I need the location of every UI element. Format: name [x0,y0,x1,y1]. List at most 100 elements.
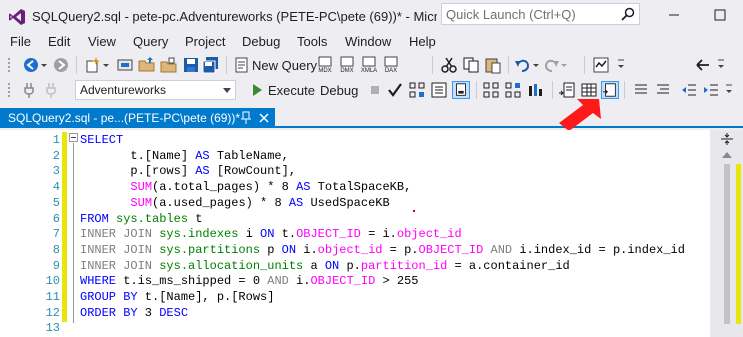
redo-icon[interactable] [542,56,560,74]
back-arrow-icon[interactable] [694,56,712,74]
code-token: = i. [360,227,397,242]
menu-tools[interactable]: Tools [297,34,327,49]
toolbar-separator [624,81,625,99]
dmx-query-icon[interactable]: DMX [338,56,356,74]
vertical-scrollbar[interactable] [710,130,743,337]
menu-edit[interactable]: Edit [48,34,70,49]
parse-checkmark-icon[interactable] [386,81,404,99]
forward-icon[interactable] [52,56,70,74]
back-icon[interactable] [22,56,40,74]
increase-indent-icon[interactable] [702,81,720,99]
code-token: i. [288,274,311,289]
quick-launch-input[interactable]: Quick Launch (Ctrl+Q) [441,3,640,25]
code-token: OBJECT_ID [296,227,361,242]
save-all-icon[interactable] [202,56,220,74]
menu-debug[interactable]: Debug [242,34,280,49]
code-token: ON [260,227,275,242]
open-folder-icon[interactable] [138,56,156,74]
scroll-up-icon[interactable] [722,152,732,158]
code-token: AS [288,195,304,210]
code-token: DESC [159,305,189,320]
open-file-icon[interactable] [160,56,178,74]
code-token: t.[Name] [80,148,196,163]
toolbar-options-icon[interactable] [616,56,626,74]
client-statistics-icon[interactable] [526,81,544,99]
code-token: p [260,242,282,257]
paste-icon[interactable] [484,56,502,74]
cut-icon[interactable] [440,56,458,74]
execute-icon[interactable] [248,81,266,99]
cancel-query-icon[interactable] [366,81,384,99]
undo-dropdown-icon[interactable] [532,56,540,74]
new-query-button[interactable]: New Query [252,58,317,73]
toolbar-grip[interactable] [7,82,11,98]
standard-toolbar: New Query MDX DMX XMLA DAX [0,53,743,77]
close-icon[interactable] [258,112,270,124]
menu-window[interactable]: Window [345,34,391,49]
toolbar-separator [584,56,585,74]
scroll-thumb[interactable] [724,164,730,324]
execute-button[interactable]: Execute [268,83,315,98]
tab-label: SQLQuery2.sql - pe...(PETE-PC\pete (69))… [8,111,241,125]
query-options-icon[interactable] [430,81,448,99]
add-item-icon[interactable] [116,56,134,74]
code-token: sys.indexes [159,227,239,242]
redo-dropdown-icon[interactable] [560,56,568,74]
menu-bar: File Edit View Query Project Debug Tools… [0,32,743,52]
available-databases-select[interactable]: Adventureworks [75,80,236,100]
maximize-icon[interactable] [697,0,743,30]
toolbar-options-icon[interactable] [724,81,734,99]
back-dropdown-icon[interactable] [40,56,48,74]
copy-icon[interactable] [462,56,480,74]
line-number: 7 [52,227,60,242]
code-line: ORDER BY 3 DESC [80,306,188,322]
dax-query-icon[interactable]: DAX [382,56,400,74]
uncomment-lines-icon[interactable] [654,81,672,99]
save-icon[interactable] [182,56,200,74]
search-icon[interactable] [620,6,636,22]
results-to-file-icon[interactable] [601,81,619,99]
intellisense-enabled-icon[interactable] [452,81,470,99]
tab-sqlquery2[interactable]: SQLQuery2.sql - pe...(PETE-PC\pete (69))… [0,108,275,128]
line-number: 6 [52,211,60,226]
undo-icon[interactable] [514,56,532,74]
code-token: i [238,227,261,242]
activity-monitor-icon[interactable] [592,56,610,74]
xmla-query-icon[interactable]: XMLA [360,56,378,74]
code-token: SUM [130,180,153,195]
menu-query[interactable]: Query [133,34,168,49]
connect-icon[interactable] [22,81,40,99]
toolbar-grip[interactable] [7,57,11,73]
display-estimated-plan-icon[interactable] [408,81,426,99]
new-project-dropdown-icon[interactable] [102,56,110,74]
code-token: (a.used_pages) * 8 [152,195,289,210]
minimize-icon[interactable] [651,0,697,30]
split-window-icon[interactable] [720,132,734,146]
code-token: p.[rows] [80,164,196,179]
code-area[interactable]: SELECT t.[Name] AS TableName, p.[rows] A… [80,130,710,337]
line-number: 8 [52,242,60,257]
live-query-stats-icon[interactable] [504,81,522,99]
new-query-icon[interactable] [233,56,251,74]
collapse-region-icon[interactable] [69,133,78,142]
code-token: partition_id [360,258,448,273]
pin-icon[interactable] [240,111,252,125]
menu-project[interactable]: Project [185,34,225,49]
code-line: INNER JOIN sys.partitions p ON i.object_… [80,243,685,259]
menu-view[interactable]: View [88,34,116,49]
code-token: INNER JOIN [80,258,153,273]
debug-button[interactable]: Debug [320,83,358,98]
change-connection-icon[interactable] [44,81,62,99]
code-token: UsedSpaceKB [303,195,390,210]
comment-lines-icon[interactable] [632,81,650,99]
line-number-gutter: 1 2 3 4 5 6 7 8 9 10 11 12 13 [22,130,62,337]
toolbar-options-icon[interactable] [716,56,726,74]
new-project-icon[interactable] [84,56,102,74]
menu-help[interactable]: Help [409,34,436,49]
include-actual-plan-icon[interactable] [482,81,500,99]
mdx-query-icon[interactable]: MDX [316,56,334,74]
sql-editor[interactable]: 1 2 3 4 5 6 7 8 9 10 11 12 13 SELECT t.[Name] AS Tab… [0,130,743,337]
menu-file[interactable]: File [10,34,31,49]
decrease-indent-icon[interactable] [680,81,698,99]
